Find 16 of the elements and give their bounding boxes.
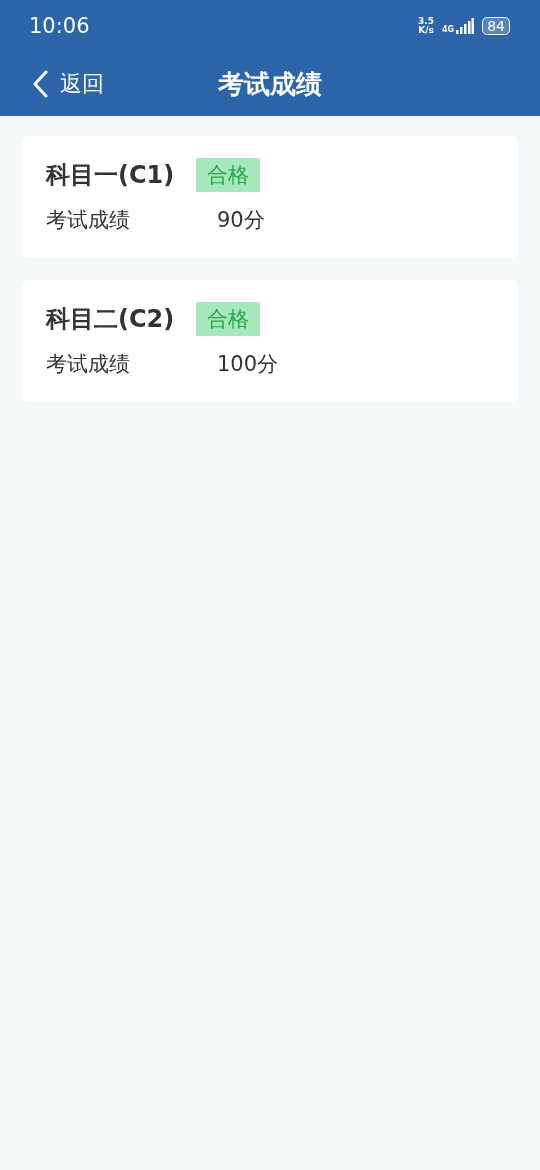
score-value: 100分 bbox=[217, 351, 279, 378]
subject-name: 科目二(C2) bbox=[46, 304, 175, 335]
network-speed: 3.5 K/s bbox=[418, 17, 435, 35]
network-type: 4G bbox=[442, 25, 455, 34]
battery-indicator: 84 bbox=[482, 17, 510, 35]
signal-icon bbox=[456, 18, 475, 34]
page-title: 考试成绩 bbox=[218, 67, 322, 101]
score-label: 考试成绩 bbox=[46, 351, 131, 378]
status-time: 10:06 bbox=[29, 14, 91, 38]
subject-name: 科目一(C1) bbox=[46, 160, 175, 191]
back-button[interactable]: 返回 bbox=[32, 69, 104, 99]
score-value: 90分 bbox=[217, 207, 265, 234]
score-label: 考试成绩 bbox=[46, 207, 131, 234]
result-badge: 合格 bbox=[196, 302, 261, 336]
result-badge: 合格 bbox=[196, 158, 261, 192]
back-icon bbox=[32, 70, 48, 98]
